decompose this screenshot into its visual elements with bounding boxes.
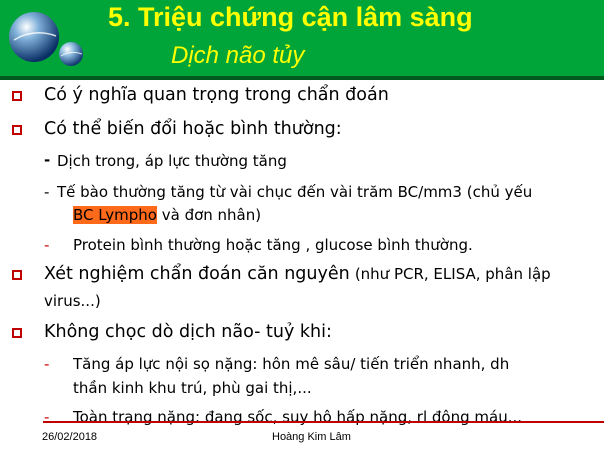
- sub-item-dash: -: [44, 355, 50, 373]
- bullet-text: Xét nghiệm chẩn đoán căn nguyên: [44, 264, 350, 284]
- footer-date: 26/02/2018: [42, 431, 98, 443]
- sub-item-text: Dịch trong, áp lực thường tăng: [57, 152, 287, 170]
- sub-item-dash: -: [44, 183, 50, 201]
- sub-item-dash: -: [44, 236, 50, 254]
- bullet-text: Không chọc dò dịch não- tuỷ khi:: [44, 322, 332, 342]
- slide-body: Có ý nghĩa quan trọng trong chẩn đoán Có…: [0, 0, 604, 450]
- footer-author: Hoàng Kim Lâm: [272, 431, 351, 443]
- square-bullet-icon: [12, 270, 22, 280]
- bullet-text-row: Xét nghiệm chẩn đoán căn nguyên (như PCR…: [44, 264, 551, 284]
- bullet-note-continued: virus...): [44, 292, 101, 310]
- sub-item-text: Protein bình thường hoặc tăng , glucose …: [73, 236, 473, 254]
- sub-item-rest: và đơn nhân): [161, 206, 262, 224]
- square-bullet-icon: [12, 125, 22, 135]
- footer-divider: [43, 421, 604, 423]
- sub-item-dash: -: [44, 151, 51, 169]
- sub-item-text: Toàn trạng nặng: đang sốc, suy hô hấp nặ…: [73, 408, 523, 426]
- highlighted-term: BC Lympho: [73, 206, 157, 224]
- bullet-text: Có ý nghĩa quan trọng trong chẩn đoán: [44, 85, 389, 105]
- sub-item-text: Tế bào thường tăng từ vài chục đến vài t…: [57, 183, 533, 201]
- sub-item-text-continued: BC Lympho và đơn nhân): [73, 206, 261, 224]
- sub-item-dash: -: [44, 408, 50, 426]
- sub-item-text-continued: thần kinh khu trú, phù gai thị,...: [73, 379, 312, 397]
- sub-item-text: Tăng áp lực nội sọ nặng: hôn mê sâu/ tiế…: [73, 355, 510, 373]
- square-bullet-icon: [12, 328, 22, 338]
- bullet-text: Có thể biến đổi hoặc bình thường:: [44, 119, 342, 139]
- bullet-note: (như PCR, ELISA, phân lập: [354, 265, 551, 283]
- square-bullet-icon: [12, 91, 22, 101]
